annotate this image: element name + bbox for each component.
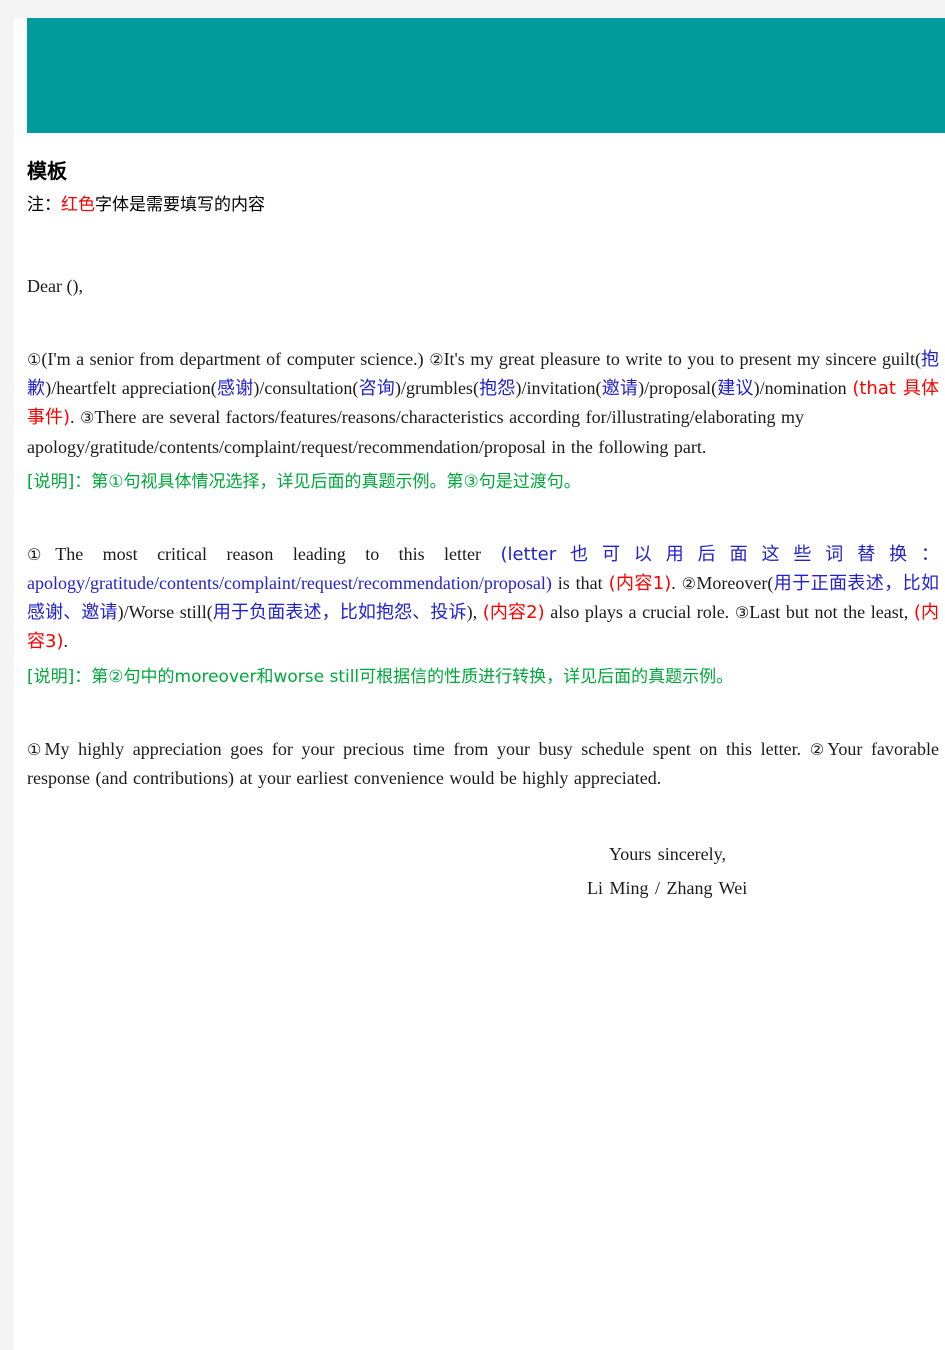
marker-2: ② [809, 739, 828, 759]
p2-blue-negative: 用于负面表述，比如抱怨、投诉 [212, 602, 467, 624]
explain2-label: [说明]： [27, 666, 92, 687]
p1-text-9: . [70, 407, 81, 428]
paragraph-three: ①My highly appreciation goes for your pr… [27, 735, 939, 793]
marker-2: ② [681, 574, 697, 594]
p2-text-7: also plays a crucial role. [544, 602, 735, 623]
p1-text-3: )/heartfelt appreciation( [45, 378, 217, 399]
p2-blue-word-list: apology/gratitude/contents/complaint/req… [27, 573, 552, 594]
page-title: 模板 [27, 161, 67, 183]
closing-salutation: Yours sincerely, [609, 844, 726, 865]
p2-text-3: . [671, 573, 682, 594]
paragraph-one-tail: apology/gratitude/contents/complaint/req… [27, 436, 707, 457]
header-color-band [27, 18, 945, 133]
p2-text-5: )/Worse still( [117, 602, 213, 623]
p2-red-content1: (内容1) [608, 573, 672, 595]
p1-cn-thanks: 感谢 [216, 378, 254, 400]
p1-cn-complaint: 抱怨 [478, 378, 516, 400]
note-suffix: 字体是需要填写的内容 [95, 195, 265, 215]
note-red-word: 红色 [61, 195, 95, 215]
p2-text-9: . [63, 631, 68, 652]
explanation-note-two: [说明]：第②句中的moreover和worse still可根据信的性质进行转… [27, 663, 939, 691]
p1-text-5: )/grumbles( [394, 378, 479, 399]
marker-1: ① [27, 544, 56, 564]
p1-text-2: It's my great pleasure to write to you t… [443, 349, 921, 370]
explain1-text: 第①句视具体情况选择，详见后面的真题示例。第③句是过渡句。 [91, 471, 581, 492]
note-prefix: 注： [27, 195, 61, 215]
marker-1: ① [27, 739, 45, 759]
p1-cn-consult: 咨询 [358, 378, 395, 400]
salutation: Dear (), [27, 276, 83, 297]
p1-text-6: )/invitation( [515, 378, 602, 399]
red-text-note: 注：红色字体是需要填写的内容 [27, 192, 939, 218]
closing-signature: Li Ming / Zhang Wei [587, 878, 748, 899]
paragraph-two: ①The most critical reason leading to thi… [27, 540, 939, 657]
p1-cn-invite: 邀请 [601, 378, 639, 400]
p1-text-7: )/proposal( [638, 378, 718, 399]
p1-cn-suggest: 建议 [717, 378, 754, 400]
explain2-text: 第②句中的moreover和worse still可根据信的性质进行转换，详见后… [91, 666, 734, 687]
explanation-note-one: [说明]：第①句视具体情况选择，详见后面的真题示例。第③句是过渡句。 [27, 468, 939, 496]
p2-text-4: Moreover( [696, 573, 774, 594]
paragraph-one: ①(I'm a senior from department of comput… [27, 345, 939, 432]
marker-2: ② [429, 350, 444, 370]
p1-text-10: There are several factors/features/reaso… [94, 407, 805, 428]
closing-block: Yours sincerely, Li Ming / Zhang Wei [27, 837, 939, 905]
p1-text-8: )/nomination [753, 378, 853, 399]
marker-1: ① [27, 350, 42, 370]
p2-blue-note-open: (letter也可以用后面这些词替换： [500, 543, 940, 565]
p3-text-1: My highly appreciation goes for your pre… [44, 738, 810, 759]
p1-text-4: )/consultation( [253, 378, 359, 399]
p2-text-1: The most critical reason leading to this… [55, 543, 501, 564]
explain1-label: [说明]： [27, 471, 92, 492]
marker-3: ③ [80, 408, 95, 428]
marker-3: ③ [734, 603, 750, 623]
p2-text-8: Last but not the least, [749, 602, 914, 623]
document-page: 模板 注：红色字体是需要填写的内容 Dear (), ①(I'm a senio… [14, 18, 945, 1350]
p2-text-2: is that [551, 573, 609, 594]
p2-red-content2: (内容2) [482, 602, 545, 624]
p1-text-1: (I'm a senior from department of compute… [41, 349, 430, 370]
document-content: 模板 注：红色字体是需要填写的内容 Dear (), ①(I'm a senio… [27, 158, 939, 905]
p2-text-6: ), [466, 602, 483, 623]
